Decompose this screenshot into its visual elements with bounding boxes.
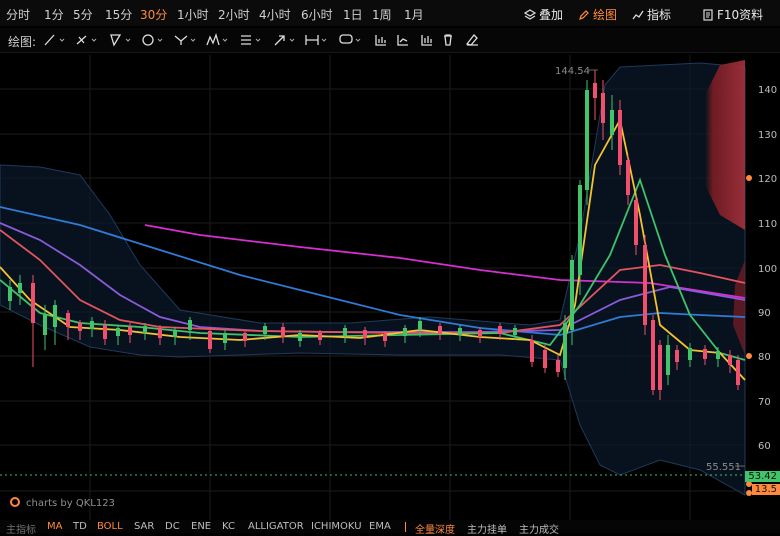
circle-icon: [142, 34, 163, 46]
boll-band: [0, 62, 746, 496]
ind-full-depth[interactable]: 全量深度: [415, 521, 455, 536]
trash-icon: [444, 34, 452, 46]
overlay-label: 叠加: [539, 8, 564, 22]
range-tool[interactable]: [304, 31, 330, 49]
ind-alligator[interactable]: ALLIGATOR: [248, 521, 304, 532]
last-price-badge: 53.42: [745, 471, 780, 482]
high-label: 144.54: [555, 66, 590, 77]
circle-tool[interactable]: [140, 31, 166, 49]
alt-price-badge: 13.5: [751, 484, 780, 495]
channel-tool[interactable]: [108, 31, 134, 49]
tf-1m[interactable]: 1月: [404, 6, 424, 23]
lock-tool[interactable]: [394, 31, 420, 49]
ind-main-orders[interactable]: 主力挂单: [467, 521, 507, 536]
arrow-icon: [274, 35, 295, 46]
draw-label: 绘图: [593, 8, 618, 22]
alert-dot: [746, 353, 752, 359]
ray-tool[interactable]: [74, 31, 100, 49]
price-tick: 80: [758, 352, 771, 363]
pattern-icon: [206, 32, 228, 46]
price-tick: 70: [758, 397, 771, 408]
area-chart-icon: [397, 35, 408, 46]
ind-td[interactable]: TD: [73, 521, 87, 532]
note-tool[interactable]: [338, 31, 364, 49]
candlestick-chart[interactable]: 144.54 55.551 140 130 120 110 100 90 80 …: [0, 55, 780, 521]
tf-1h[interactable]: 1小时: [177, 6, 209, 23]
draw-toolbar-label: 绘图:: [8, 35, 37, 49]
price-tick: 60: [758, 441, 771, 452]
price-tick: 120: [758, 174, 777, 185]
pattern-tool[interactable]: [205, 31, 231, 49]
ind-sar[interactable]: SAR: [134, 521, 154, 532]
line-tool[interactable]: [42, 31, 68, 49]
triangle-icon: [110, 34, 131, 47]
eraser-icon: [465, 34, 478, 46]
alert-dot: [746, 175, 752, 181]
line-icon: [44, 34, 65, 46]
ind-ema[interactable]: EMA: [369, 521, 391, 532]
price-tick: 100: [758, 264, 777, 275]
fib-tool[interactable]: [238, 31, 264, 49]
drawing-toolbar: 绘图:: [0, 28, 780, 53]
indicator-separator: [405, 522, 406, 532]
range-icon: [305, 35, 327, 45]
comment-icon: [339, 34, 361, 44]
ind-ma[interactable]: MA: [47, 521, 62, 532]
tf-4h[interactable]: 4小时: [259, 6, 291, 23]
f10-button[interactable]: F10资料: [702, 6, 763, 23]
draw-button[interactable]: 绘图: [578, 6, 617, 23]
price-tick: 110: [758, 219, 777, 230]
price-axis: 140 130 120 110 100 90 80 70 60: [746, 85, 777, 496]
arrow-tool[interactable]: [272, 31, 298, 49]
tf-5min[interactable]: 5分: [73, 6, 93, 23]
indicator-bar: 主指标 MA TD BOLL SAR DC ENE KC ALLIGATOR I…: [0, 520, 780, 536]
ray-icon: [76, 35, 97, 45]
fork-icon: [174, 35, 196, 45]
tf-6h[interactable]: 6小时: [301, 6, 333, 23]
main-indicator-label: 主指标: [6, 525, 36, 536]
tf-30min[interactable]: 30分: [140, 6, 167, 23]
tf-1d[interactable]: 1日: [343, 6, 363, 23]
tf-1min[interactable]: 1分: [44, 6, 64, 23]
f10-label: F10资料: [717, 8, 764, 22]
tf-2h[interactable]: 2小时: [218, 6, 250, 23]
brand-watermark: charts by QKL123: [10, 497, 115, 509]
fork-tool[interactable]: [173, 31, 199, 49]
price-tick: 130: [758, 130, 777, 141]
ind-ene[interactable]: ENE: [191, 521, 211, 532]
layers-icon: [523, 9, 537, 20]
document-icon: [703, 9, 713, 21]
price-tick: 90: [758, 308, 771, 319]
price-tick: 140: [758, 85, 777, 96]
ind-boll[interactable]: BOLL: [97, 521, 123, 532]
ind-ichimoku[interactable]: ICHIMOKU: [311, 521, 362, 532]
brand-label: charts by QKL123: [26, 498, 115, 509]
eraser-tool[interactable]: [464, 31, 490, 49]
indicator-icon: [632, 10, 644, 20]
indicators-button[interactable]: 指标: [632, 6, 671, 23]
low-label: 55.551: [706, 462, 741, 473]
delete-tool[interactable]: [440, 31, 466, 49]
indicators-label: 指标: [647, 8, 672, 22]
q-logo-icon: [10, 497, 20, 507]
ind-main-trades[interactable]: 主力成交: [519, 521, 559, 536]
ind-dc[interactable]: DC: [165, 521, 180, 532]
tf-1w[interactable]: 1周: [372, 6, 392, 23]
tf-15min[interactable]: 15分: [105, 6, 132, 23]
tf-fenshi[interactable]: 分时: [6, 6, 30, 23]
pen-icon: [579, 10, 589, 20]
overlay-button[interactable]: 叠加: [523, 6, 564, 23]
ind-kc[interactable]: KC: [222, 521, 235, 532]
timeframe-bar: 分时 1分 5分 15分 30分 1小时 2小时 4小时 6小时 1日 1周 1…: [0, 0, 780, 26]
fib-icon: [241, 35, 261, 45]
